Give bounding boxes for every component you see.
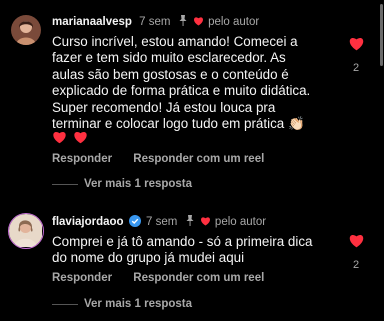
- comment-meta: flaviajordaoo 7 sem pelo autor: [52, 215, 266, 231]
- divider: [52, 183, 78, 185]
- heart-icon[interactable]: [348, 233, 365, 248]
- avatar[interactable]: [8, 213, 44, 249]
- reply-with-reel-button[interactable]: Responder com um reel: [133, 272, 264, 284]
- author-liked-heart-icon: [200, 216, 211, 230]
- heart-icon[interactable]: [348, 36, 365, 51]
- like-count: 2: [352, 62, 360, 74]
- view-replies-label: Ver mais 1 resposta: [84, 178, 193, 190]
- verified-badge-icon: [128, 215, 141, 231]
- username[interactable]: flaviajordaoo: [52, 216, 124, 228]
- username[interactable]: marianaalvesp: [52, 16, 132, 28]
- liked-by-author-label: pelo autor: [214, 216, 267, 228]
- timestamp: 7 sem: [145, 216, 178, 228]
- comment-item: marianaalvesp 7 sem pelo autor Curso inc…: [0, 0, 384, 200]
- avatar[interactable]: [11, 15, 41, 45]
- comment-actions: Responder Responder com um reel: [52, 153, 282, 165]
- comment-text: Comprei e já tô amando - só a primeira d…: [52, 234, 313, 266]
- scrollbar[interactable]: [380, 4, 383, 66]
- emoji-line: [52, 130, 90, 146]
- like-control: 2: [346, 36, 366, 74]
- divider: [52, 303, 78, 305]
- like-count: 2: [352, 259, 360, 271]
- comment-text: Curso incrível, estou amando! Comecei a …: [52, 34, 311, 132]
- comment-actions: Responder Responder com um reel: [52, 272, 282, 284]
- liked-by-author-label: pelo autor: [208, 16, 260, 28]
- reply-button[interactable]: Responder: [52, 272, 112, 284]
- author-liked-heart-icon: [193, 16, 204, 30]
- view-replies-button[interactable]: Ver mais 1 resposta: [52, 298, 192, 310]
- view-replies-label: Ver mais 1 resposta: [84, 298, 193, 310]
- pin-icon: [178, 15, 188, 30]
- reply-button[interactable]: Responder: [52, 153, 112, 165]
- view-replies-button[interactable]: Ver mais 1 resposta: [52, 178, 192, 190]
- heart-emoji-icon: [53, 132, 66, 144]
- reply-with-reel-button[interactable]: Responder com um reel: [133, 153, 264, 165]
- heart-emoji-icon: [74, 132, 88, 144]
- timestamp: 7 sem: [139, 16, 171, 28]
- comment-meta: marianaalvesp 7 sem pelo autor: [52, 15, 259, 30]
- pin-icon: [185, 215, 195, 230]
- like-control: 2: [346, 233, 366, 271]
- comment-item: flaviajordaoo 7 sem pelo autor Comprei e…: [0, 200, 384, 321]
